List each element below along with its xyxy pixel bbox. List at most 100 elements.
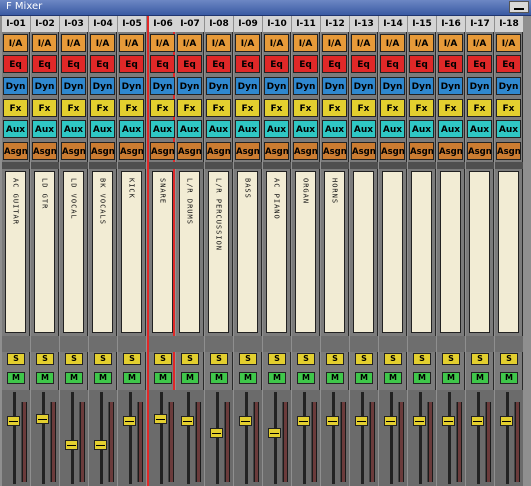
asgn-button[interactable]: Asgn xyxy=(61,142,86,160)
channel-number[interactable]: I-10 xyxy=(263,16,291,32)
fader-handle[interactable] xyxy=(384,416,397,426)
eq-button[interactable]: Eq xyxy=(496,55,521,73)
minimize-icon[interactable] xyxy=(509,1,529,13)
dyn-button[interactable]: Dyn xyxy=(351,77,376,95)
channel-number[interactable]: I-13 xyxy=(350,16,378,32)
dyn-button[interactable]: Dyn xyxy=(322,77,347,95)
fx-button[interactable]: Fx xyxy=(61,99,86,117)
asgn-button[interactable]: Asgn xyxy=(206,142,231,160)
solo-button[interactable]: S xyxy=(471,353,489,365)
fx-button[interactable]: Fx xyxy=(264,99,289,117)
fx-button[interactable]: Fx xyxy=(90,99,115,117)
fx-button[interactable]: Fx xyxy=(119,99,144,117)
fader-handle[interactable] xyxy=(268,428,281,438)
dyn-button[interactable]: Dyn xyxy=(380,77,405,95)
ia-button[interactable]: I/A xyxy=(467,34,492,52)
scribble-strip[interactable]: AC PIANO xyxy=(266,171,287,333)
dyn-button[interactable]: Dyn xyxy=(409,77,434,95)
eq-button[interactable]: Eq xyxy=(293,55,318,73)
fader-handle[interactable] xyxy=(94,440,107,450)
dyn-button[interactable]: Dyn xyxy=(235,77,260,95)
fx-button[interactable]: Fx xyxy=(351,99,376,117)
aux-button[interactable]: Aux xyxy=(380,120,405,138)
ia-button[interactable]: I/A xyxy=(61,34,86,52)
asgn-button[interactable]: Asgn xyxy=(264,142,289,160)
asgn-button[interactable]: Asgn xyxy=(351,142,376,160)
channel-number[interactable]: I-06 xyxy=(149,16,177,32)
channel-number[interactable]: I-09 xyxy=(234,16,262,32)
solo-button[interactable]: S xyxy=(355,353,373,365)
scribble-strip[interactable]: LD GTR xyxy=(34,171,55,333)
asgn-button[interactable]: Asgn xyxy=(3,142,28,160)
fx-button[interactable]: Fx xyxy=(496,99,521,117)
eq-button[interactable]: Eq xyxy=(467,55,492,73)
mute-button[interactable]: M xyxy=(442,372,460,384)
asgn-button[interactable]: Asgn xyxy=(496,142,521,160)
ia-button[interactable]: I/A xyxy=(496,34,521,52)
mute-button[interactable]: M xyxy=(500,372,518,384)
scribble-strip[interactable]: L/R DRUMS xyxy=(179,171,200,333)
channel-number[interactable]: I-12 xyxy=(321,16,349,32)
channel-number[interactable]: I-05 xyxy=(118,16,146,32)
eq-button[interactable]: Eq xyxy=(150,55,175,73)
channel-number[interactable]: I-02 xyxy=(31,16,59,32)
aux-button[interactable]: Aux xyxy=(3,120,28,138)
channel-number[interactable]: I-01 xyxy=(2,16,30,32)
fx-button[interactable]: Fx xyxy=(3,99,28,117)
fader-handle[interactable] xyxy=(500,416,513,426)
solo-button[interactable]: S xyxy=(268,353,286,365)
title-bar[interactable]: F Mixer xyxy=(0,0,531,16)
mute-button[interactable]: M xyxy=(239,372,257,384)
mute-button[interactable]: M xyxy=(36,372,54,384)
ia-button[interactable]: I/A xyxy=(351,34,376,52)
ia-button[interactable]: I/A xyxy=(150,34,175,52)
channel-number[interactable]: I-03 xyxy=(60,16,88,32)
scribble-strip[interactable]: BASS xyxy=(237,171,258,333)
channel-number[interactable]: I-17 xyxy=(466,16,494,32)
fader-handle[interactable] xyxy=(471,416,484,426)
dyn-button[interactable]: Dyn xyxy=(177,77,202,95)
scribble-strip[interactable]: ORGAN xyxy=(295,171,316,333)
dyn-button[interactable]: Dyn xyxy=(293,77,318,95)
mute-button[interactable]: M xyxy=(268,372,286,384)
mute-button[interactable]: M xyxy=(154,372,172,384)
fx-button[interactable]: Fx xyxy=(235,99,260,117)
scribble-strip[interactable]: BK VOCALS xyxy=(92,171,113,333)
dyn-button[interactable]: Dyn xyxy=(467,77,492,95)
fx-button[interactable]: Fx xyxy=(467,99,492,117)
mute-button[interactable]: M xyxy=(65,372,83,384)
asgn-button[interactable]: Asgn xyxy=(438,142,463,160)
fader-handle[interactable] xyxy=(355,416,368,426)
solo-button[interactable]: S xyxy=(65,353,83,365)
fader-handle[interactable] xyxy=(7,416,20,426)
eq-button[interactable]: Eq xyxy=(119,55,144,73)
scribble-strip[interactable]: HORNS xyxy=(324,171,345,333)
scribble-strip[interactable]: AC GUITAR xyxy=(5,171,26,333)
ia-button[interactable]: I/A xyxy=(177,34,202,52)
channel-number[interactable]: I-14 xyxy=(379,16,407,32)
asgn-button[interactable]: Asgn xyxy=(322,142,347,160)
channel-number[interactable]: I-07 xyxy=(176,16,204,32)
ia-button[interactable]: I/A xyxy=(32,34,57,52)
fader-handle[interactable] xyxy=(297,416,310,426)
mute-button[interactable]: M xyxy=(94,372,112,384)
mute-button[interactable]: M xyxy=(326,372,344,384)
fader-handle[interactable] xyxy=(123,416,136,426)
fader-handle[interactable] xyxy=(239,416,252,426)
scribble-strip[interactable]: KICK xyxy=(121,171,142,333)
eq-button[interactable]: Eq xyxy=(438,55,463,73)
ia-button[interactable]: I/A xyxy=(90,34,115,52)
fader-handle[interactable] xyxy=(413,416,426,426)
aux-button[interactable]: Aux xyxy=(264,120,289,138)
solo-button[interactable]: S xyxy=(384,353,402,365)
solo-button[interactable]: S xyxy=(7,353,25,365)
channel-number[interactable]: I-18 xyxy=(495,16,523,32)
asgn-button[interactable]: Asgn xyxy=(293,142,318,160)
mute-button[interactable]: M xyxy=(181,372,199,384)
eq-button[interactable]: Eq xyxy=(380,55,405,73)
fader-handle[interactable] xyxy=(65,440,78,450)
channel-number[interactable]: I-15 xyxy=(408,16,436,32)
mute-button[interactable]: M xyxy=(355,372,373,384)
asgn-button[interactable]: Asgn xyxy=(380,142,405,160)
scribble-strip[interactable] xyxy=(353,171,374,333)
